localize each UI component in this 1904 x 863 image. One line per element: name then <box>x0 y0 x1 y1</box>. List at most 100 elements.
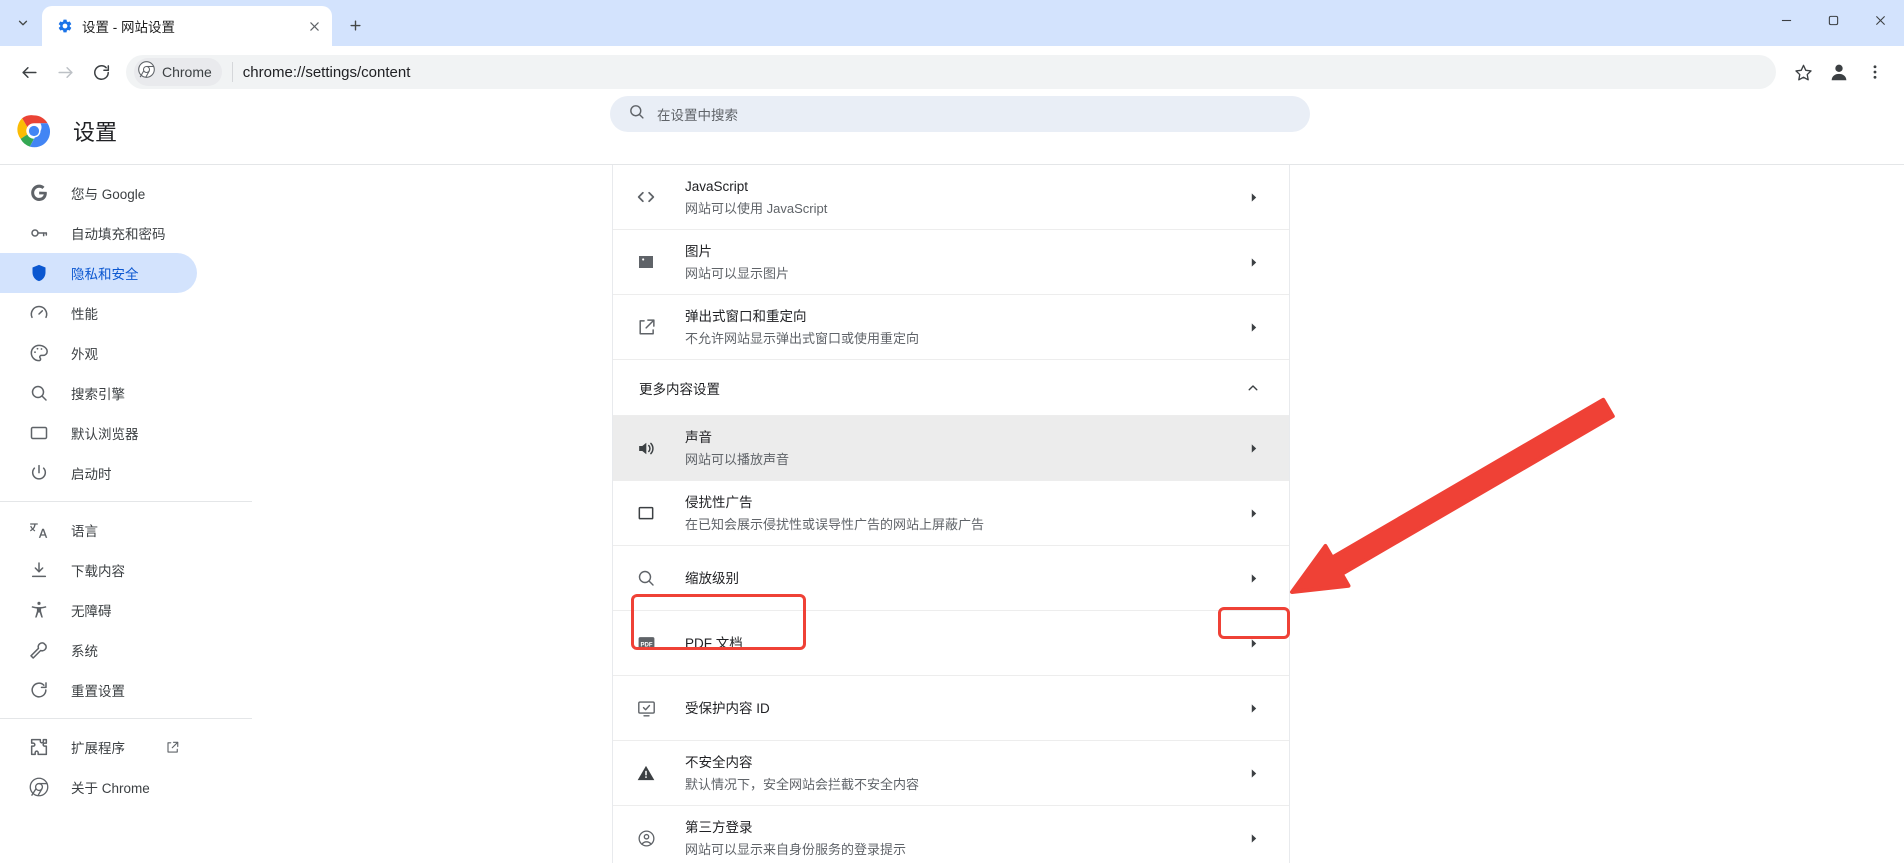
address-bar[interactable]: Chrome chrome://settings/content <box>126 55 1776 89</box>
section-header-label: 更多内容设置 <box>639 381 720 397</box>
row-text-block: 缩放级别 <box>685 569 1243 588</box>
page-title: 设置 <box>73 120 118 145</box>
window-close-button[interactable] <box>1857 0 1904 40</box>
power-icon <box>29 463 49 483</box>
sidebar-item-label: 语言 <box>71 524 98 539</box>
chevron-right-icon[interactable] <box>1243 698 1263 718</box>
more-content-row-4[interactable]: PDF PDF 文档 <box>613 611 1289 676</box>
restore-icon <box>29 680 49 700</box>
row-text-block: 受保护内容 ID <box>685 699 1243 718</box>
content-row-1[interactable]: JavaScript 网站可以使用 JavaScript <box>613 165 1289 230</box>
palette-icon <box>29 343 49 363</box>
site-chip[interactable]: Chrome <box>134 58 222 86</box>
profile-avatar[interactable] <box>1822 55 1856 89</box>
account-icon <box>634 826 658 850</box>
ads-icon <box>634 501 658 525</box>
reload-icon[interactable] <box>84 55 118 89</box>
chevron-right-icon[interactable] <box>1243 252 1263 272</box>
popup-icon <box>634 315 658 339</box>
bookmark-star-icon[interactable] <box>1786 55 1820 89</box>
wrench-icon <box>29 640 49 660</box>
chevron-right-icon[interactable] <box>1243 438 1263 458</box>
sidebar-item-2-1[interactable]: 语言 <box>0 510 197 550</box>
sidebar-item-label: 隐私和安全 <box>71 267 139 282</box>
more-content-row-6[interactable]: 不安全内容 默认情况下，安全网站会拦截不安全内容 <box>613 741 1289 806</box>
content-row-3[interactable]: 弹出式窗口和重定向 不允许网站显示弹出式窗口或使用重定向 <box>613 295 1289 360</box>
row-title: 不安全内容 <box>685 754 753 770</box>
chrome-logo-icon <box>29 777 49 797</box>
browser-tab[interactable]: 设置 - 网站设置 <box>42 6 332 46</box>
site-chip-label: Chrome <box>162 64 212 80</box>
tab-search-chevron-icon[interactable] <box>4 6 42 40</box>
sidebar-item-1-8[interactable]: 启动时 <box>0 453 197 493</box>
close-icon[interactable] <box>302 14 326 38</box>
row-title: 第三方登录 <box>685 819 753 835</box>
sidebar-item-2-4[interactable]: 系统 <box>0 630 197 670</box>
chevron-right-icon[interactable] <box>1243 317 1263 337</box>
more-content-row-5[interactable]: 受保护内容 ID <box>613 676 1289 741</box>
sidebar-item-label: 下载内容 <box>71 564 125 579</box>
sidebar-item-2-3[interactable]: 无障碍 <box>0 590 197 630</box>
sidebar-item-label: 自动填充和密码 <box>71 227 166 242</box>
more-content-settings-header[interactable]: 更多内容设置 <box>613 360 1289 416</box>
sidebar-item-label: 重置设置 <box>71 684 125 699</box>
chevron-right-icon[interactable] <box>1243 633 1263 653</box>
window-controls <box>1763 0 1904 40</box>
new-tab-button[interactable] <box>338 8 372 42</box>
sidebar-item-label: 性能 <box>71 307 98 322</box>
more-content-row-3[interactable]: 缩放级别 <box>613 546 1289 611</box>
chevron-right-icon[interactable] <box>1243 503 1263 523</box>
search-placeholder-text: 在设置中搜索 <box>657 108 738 123</box>
puzzle-icon <box>29 737 49 757</box>
tab-strip: 设置 - 网站设置 <box>0 0 1904 46</box>
sidebar-item-3-2[interactable]: 关于 Chrome <box>0 767 197 807</box>
sidebar-item-1-1[interactable]: 您与 Google <box>0 173 197 213</box>
sidebar-item-2-2[interactable]: 下载内容 <box>0 550 197 590</box>
row-title: 缩放级别 <box>685 570 739 586</box>
sidebar-item-1-2[interactable]: 自动填充和密码 <box>0 213 197 253</box>
minimize-button[interactable] <box>1763 0 1810 40</box>
sidebar-item-1-7[interactable]: 默认浏览器 <box>0 413 197 453</box>
external-link-icon <box>165 740 180 755</box>
chevron-right-icon[interactable] <box>1243 187 1263 207</box>
sidebar-item-1-3[interactable]: 隐私和安全 <box>0 253 197 293</box>
row-subtitle: 在已知会展示侵扰性或误导性广告的网站上屏蔽广告 <box>685 516 985 532</box>
row-title: 侵扰性广告 <box>685 494 753 510</box>
settings-search-input[interactable]: 在设置中搜索 <box>610 96 1310 132</box>
browser-toolbar: Chrome chrome://settings/content <box>0 46 1904 98</box>
sidebar-item-label: 外观 <box>71 347 98 362</box>
row-subtitle: 网站可以播放声音 <box>685 451 790 467</box>
key-icon <box>29 223 49 243</box>
more-content-row-1[interactable]: 声音 网站可以播放声音 <box>613 416 1289 481</box>
chevron-right-icon[interactable] <box>1243 828 1263 848</box>
sidebar-item-2-5[interactable]: 重置设置 <box>0 670 197 710</box>
forward-icon[interactable] <box>48 55 82 89</box>
protected-icon <box>634 696 658 720</box>
browser-window: 设置 - 网站设置 Chrome chrome://settings/conte… <box>0 0 1904 863</box>
sidebar-item-label: 您与 Google <box>71 187 146 202</box>
sidebar-item-label: 关于 Chrome <box>71 781 150 796</box>
settings-main: JavaScript 网站可以使用 JavaScript 图片 网站可以显示图片弹出式… <box>252 165 1904 863</box>
chevron-up-icon[interactable] <box>1243 378 1263 398</box>
sidebar-item-label: 系统 <box>71 644 98 659</box>
chrome-menu-icon[interactable] <box>1858 55 1892 89</box>
maximize-button[interactable] <box>1810 0 1857 40</box>
sidebar-item-1-5[interactable]: 外观 <box>0 333 197 373</box>
sidebar-item-3-1[interactable]: 扩展程序 <box>0 727 197 767</box>
more-content-row-7[interactable]: 第三方登录网站可以显示来自身份服务的登录提示 <box>613 806 1289 863</box>
sidebar-item-1-4[interactable]: 性能 <box>0 293 197 333</box>
row-text-block: PDF 文档 <box>685 634 1243 653</box>
row-text-block: 弹出式窗口和重定向 不允许网站显示弹出式窗口或使用重定向 <box>685 307 1243 348</box>
sidebar-item-1-6[interactable]: 搜索引擎 <box>0 373 197 413</box>
chevron-right-icon[interactable] <box>1243 763 1263 783</box>
more-content-row-2[interactable]: 侵扰性广告在已知会展示侵扰性或误导性广告的网站上屏蔽广告 <box>613 481 1289 546</box>
tab-title: 设置 - 网站设置 <box>82 20 175 35</box>
row-subtitle: 网站可以显示来自身份服务的登录提示 <box>685 841 907 857</box>
content-row-2[interactable]: 图片 网站可以显示图片 <box>613 230 1289 295</box>
back-icon[interactable] <box>12 55 46 89</box>
chevron-right-icon[interactable] <box>1243 568 1263 588</box>
pdf-icon: PDF <box>634 631 658 655</box>
sidebar-item-label: 扩展程序 <box>71 741 125 756</box>
row-text-block: 声音 网站可以播放声音 <box>685 428 1243 469</box>
zoom-icon <box>634 566 658 590</box>
